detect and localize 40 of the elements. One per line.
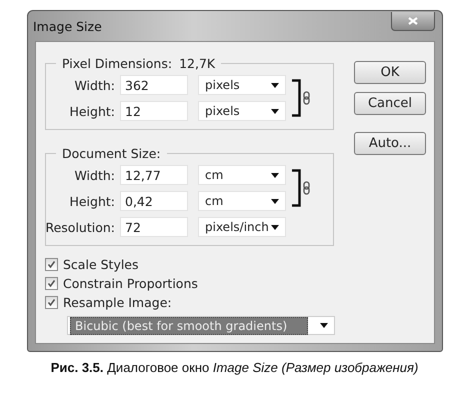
number-field[interactable]: 72	[120, 217, 188, 237]
number-field[interactable]: 362	[120, 75, 188, 95]
checkbox[interactable]	[45, 258, 58, 271]
field-label: Width:	[74, 168, 115, 182]
chain-icon	[303, 91, 310, 105]
checkbox[interactable]	[45, 296, 58, 309]
unit-dropdown[interactable]: cm	[198, 191, 286, 211]
dropdown-arrow-icon	[271, 82, 279, 88]
resample-dropdown[interactable]: Bicubic (best for smooth gradients)	[67, 316, 335, 335]
unit-dropdown[interactable]: pixels/inch	[198, 217, 286, 237]
window-title: Image Size	[33, 18, 102, 34]
checkbox[interactable]	[45, 277, 58, 290]
field-label: Width:	[74, 78, 115, 92]
file-size-value: 12,7K	[179, 56, 216, 71]
group-title: Pixel Dimensions:	[62, 56, 172, 71]
close-button[interactable]	[391, 12, 435, 30]
dropdown-arrow-icon	[320, 323, 328, 328]
checkbox-label: Constrain Proportions	[63, 276, 198, 291]
number-field[interactable]: 12	[120, 101, 188, 121]
dropdown-arrow-icon	[271, 224, 279, 230]
dropdown-arrow-icon	[271, 198, 279, 204]
unit-dropdown[interactable]: pixels	[198, 101, 286, 121]
number-field[interactable]: 12,77	[120, 165, 188, 185]
figure-caption: Рис. 3.5. Диалоговое окно Image Size (Размер изображения)	[50, 360, 420, 375]
unit-dropdown[interactable]: pixels	[198, 75, 286, 95]
checkbox-label: Resample Image:	[63, 295, 172, 310]
dialog-button[interactable]: Cancel	[354, 92, 426, 115]
dropdown-arrow-icon	[271, 172, 279, 178]
dialog-button[interactable]: OK	[354, 61, 426, 84]
close-icon	[408, 16, 418, 24]
checkbox-label: Scale Styles	[63, 257, 139, 272]
field-label: Height:	[69, 194, 115, 208]
number-field[interactable]: 0,42	[120, 191, 188, 211]
unit-dropdown[interactable]: cm	[198, 165, 286, 185]
chain-icon	[303, 181, 310, 195]
group-title: Document Size:	[62, 146, 161, 161]
field-label: Resolution:	[45, 220, 115, 234]
dropdown-arrow-icon	[271, 108, 279, 114]
field-label: Height:	[69, 104, 115, 118]
dialog-button[interactable]: Auto...	[354, 132, 426, 155]
